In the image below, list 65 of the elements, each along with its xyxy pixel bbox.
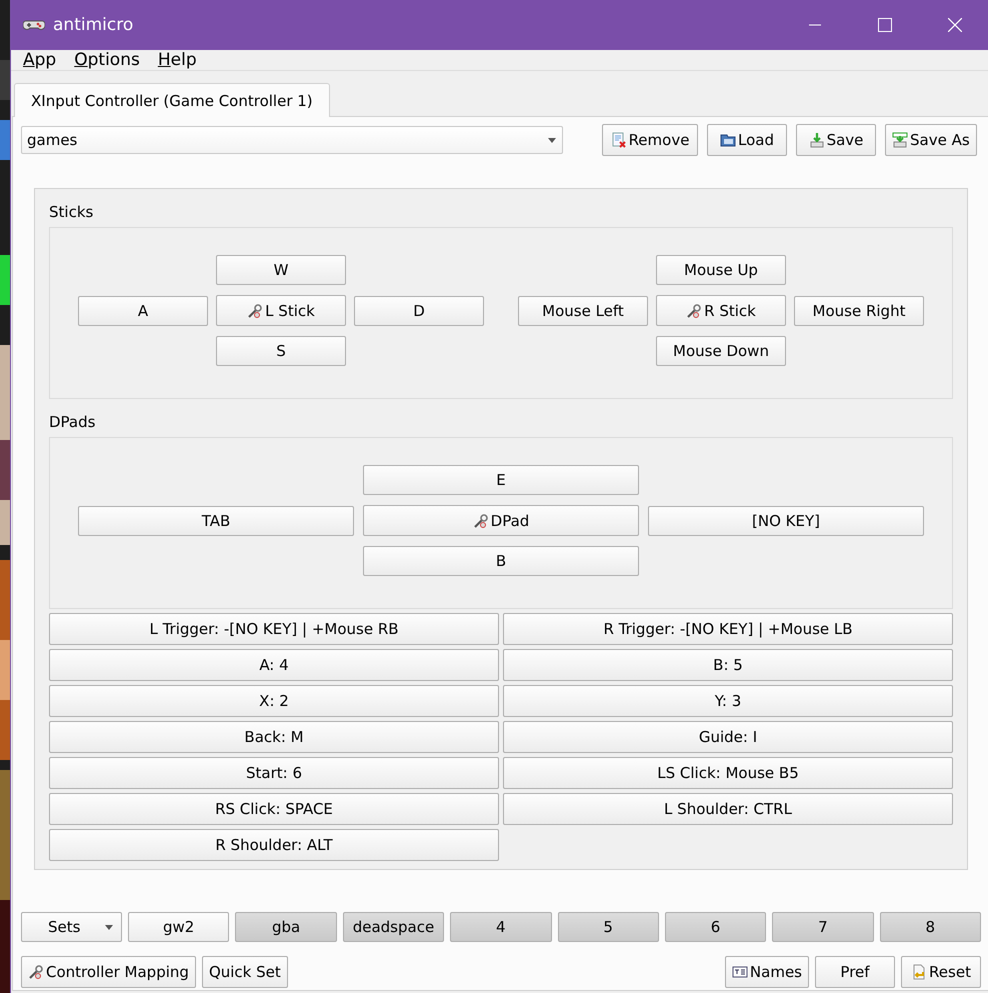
mapping-button[interactable]: S [216, 336, 346, 366]
mapping-button[interactable]: TAB [78, 506, 354, 536]
toolbar-button[interactable]: Save [796, 124, 876, 156]
mapping-button[interactable]: B [363, 546, 639, 576]
mapping-button[interactable]: Mouse Up [656, 255, 786, 285]
save-icon [808, 132, 825, 148]
mapping-button[interactable]: Start: 6 [49, 757, 499, 789]
action-button[interactable]: Pref [815, 956, 895, 988]
minimize-icon[interactable] [809, 24, 821, 26]
toolbar-button[interactable]: Remove [602, 124, 698, 156]
action-button[interactable]: Quick Set [202, 956, 288, 988]
set-button[interactable]: 5 [558, 912, 659, 942]
mapping-button[interactable]: X: 2 [49, 685, 499, 717]
reset-icon [911, 964, 928, 980]
stick-button[interactable]: DPad [363, 505, 639, 536]
mapping-button[interactable]: LS Click: Mouse B5 [503, 757, 953, 789]
caret-icon [548, 138, 556, 142]
mapping-button[interactable]: R Trigger: -[NO KEY] | +Mouse LB [503, 613, 953, 645]
section-label: DPads [49, 413, 96, 433]
action-button[interactable]: Names [724, 956, 809, 988]
set-button[interactable]: deadspace [342, 912, 444, 942]
maximize-icon[interactable] [878, 18, 892, 32]
mapping-button[interactable]: R Shoulder: ALT [49, 829, 499, 861]
action-button[interactable]: Controller Mapping [21, 956, 196, 988]
mapping-button[interactable]: Guide: I [503, 721, 953, 753]
save-as-icon [892, 132, 908, 148]
mapping-button[interactable]: D [354, 296, 484, 326]
names-icon [732, 964, 748, 980]
set-button[interactable]: gba [235, 912, 337, 942]
mapping-button[interactable]: Back: M [49, 721, 499, 753]
window-title: antimicro [53, 15, 134, 35]
mapping-button[interactable]: A: 4 [49, 649, 499, 681]
set-button[interactable]: 6 [664, 912, 766, 942]
set-button[interactable]: 8 [880, 912, 981, 942]
menu-item[interactable]: Help [158, 50, 197, 70]
sets-dropdown[interactable]: Sets [21, 912, 122, 942]
mapping-button[interactable]: Mouse Left [518, 296, 648, 326]
mapping-button[interactable]: A [78, 296, 208, 326]
mapping-button[interactable]: E [363, 465, 639, 495]
mapping-button[interactable]: Y: 3 [503, 685, 953, 717]
stick-button[interactable]: L Stick [216, 295, 346, 326]
toolbar-button[interactable]: Load [707, 124, 787, 156]
mapping-button[interactable]: W [216, 255, 346, 285]
set-button[interactable]: 4 [450, 912, 552, 942]
action-button[interactable]: Reset [901, 956, 981, 988]
mapping-button[interactable]: L Shoulder: CTRL [503, 793, 953, 825]
mapping-button[interactable]: [NO KEY] [648, 506, 924, 536]
stick-button[interactable]: R Stick [656, 295, 786, 326]
section-label: Sticks [49, 203, 94, 223]
set-button[interactable]: gw2 [128, 912, 230, 942]
caret-icon [105, 924, 113, 930]
toolbar-button[interactable]: Save As [885, 124, 977, 156]
mapping-button[interactable]: RS Click: SPACE [49, 793, 499, 825]
remove-icon [610, 132, 627, 148]
mapping-button[interactable]: Mouse Down [656, 336, 786, 366]
set-button[interactable]: 7 [772, 912, 874, 942]
menu-item[interactable]: Options [74, 50, 140, 70]
folder-icon [720, 132, 736, 148]
profile-dropdown[interactable]: games [21, 126, 563, 154]
close-icon[interactable] [948, 18, 962, 32]
mapping-button[interactable]: Mouse Right [794, 296, 924, 326]
mapping-button[interactable]: B: 5 [503, 649, 953, 681]
mapping-button[interactable]: L Trigger: -[NO KEY] | +Mouse RB [49, 613, 499, 645]
menu-item[interactable]: App [23, 50, 56, 70]
controller-tab[interactable]: XInput Controller (Game Controller 1) [14, 83, 330, 117]
